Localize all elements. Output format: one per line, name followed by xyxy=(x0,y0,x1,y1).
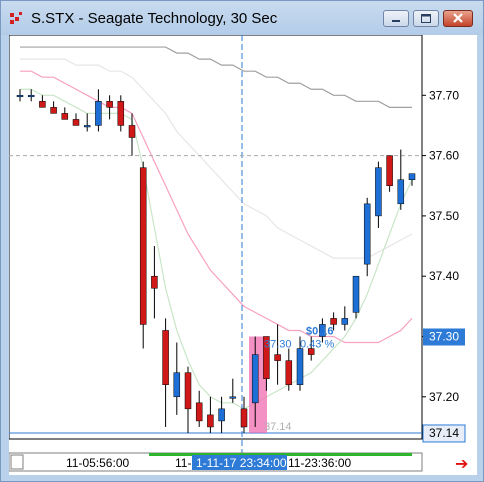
candle-body xyxy=(229,396,237,399)
minimize-icon xyxy=(392,20,400,22)
candle-body xyxy=(95,101,102,126)
candle-body xyxy=(397,179,405,205)
measure-change-label: $0.16 xyxy=(306,325,334,337)
candle-body xyxy=(341,318,349,325)
close-icon xyxy=(453,13,463,23)
candle-body xyxy=(83,125,91,128)
candle-body xyxy=(50,107,57,114)
chart-window: S.STX - Seagate Technology, 30 Sec $0.16… xyxy=(0,0,484,482)
candle-body xyxy=(128,125,136,138)
price-tick-label: 37.20 xyxy=(429,390,459,404)
candle-body xyxy=(352,275,360,313)
candle-body xyxy=(330,318,337,325)
time-label-highlight: 1-11-17 23:34:00 xyxy=(196,456,287,470)
candle-body xyxy=(151,275,158,289)
chart-area[interactable]: $0.16 37.30 0.43 % 37.14 37.70 37.60 37.50… xyxy=(8,34,477,475)
maximize-icon xyxy=(421,14,431,23)
candle-body xyxy=(106,101,113,108)
price-tick-label: 37.70 xyxy=(429,88,459,102)
candle-body xyxy=(218,408,225,422)
candle-body xyxy=(27,95,35,98)
time-axis-scroll-box[interactable] xyxy=(10,454,24,470)
candle-body xyxy=(251,354,259,404)
candle-body xyxy=(139,167,147,325)
candle-body xyxy=(117,101,125,126)
candle-body xyxy=(173,372,181,398)
candle-body xyxy=(195,402,203,422)
candle-body xyxy=(72,119,80,126)
low-price-label: 37.14 xyxy=(429,426,459,440)
candle-body xyxy=(184,372,192,410)
title-bar[interactable]: S.STX - Seagate Technology, 30 Sec xyxy=(1,1,483,35)
app-chart-icon xyxy=(10,12,22,24)
time-label-3: 11-23:36:00 xyxy=(288,456,351,470)
plot-frame xyxy=(8,34,423,440)
candlestick-chart[interactable]: $0.16 37.30 0.43 % 37.14 37.70 37.60 37.50… xyxy=(8,34,477,475)
price-axis: 37.70 37.60 37.50 37.40 37.30 37.20 xyxy=(422,88,459,404)
candle-body xyxy=(285,360,293,385)
candle-body xyxy=(408,173,416,180)
candle-body xyxy=(207,414,214,428)
maximize-button[interactable] xyxy=(413,10,439,27)
close-button[interactable] xyxy=(443,10,473,27)
candle-body xyxy=(363,203,371,265)
candle-body xyxy=(162,330,169,385)
candle-body xyxy=(274,354,281,361)
window-title: S.STX - Seagate Technology, 30 Sec xyxy=(31,10,278,27)
candle-body xyxy=(39,101,46,108)
price-tick-label: 37.60 xyxy=(429,149,459,163)
price-tick-label: 37.40 xyxy=(429,269,459,283)
measure-percent-label: 0.43 % xyxy=(300,338,334,350)
time-label-2: 11- xyxy=(175,456,191,470)
candle-body xyxy=(16,95,24,98)
measure-base-label: 37.14 xyxy=(264,421,292,433)
minimize-button[interactable] xyxy=(383,10,409,27)
candle-body xyxy=(375,167,382,217)
candle xyxy=(139,161,147,349)
candle-body xyxy=(240,408,248,428)
price-tick-label: 37.50 xyxy=(429,209,459,223)
candle-body xyxy=(61,113,69,120)
candle xyxy=(352,275,360,319)
time-label-1: 11-05:56:00 xyxy=(66,456,129,470)
measure-from-label: 37.30 xyxy=(264,338,292,350)
candle-body xyxy=(386,155,393,186)
candle-body xyxy=(296,348,304,385)
current-price-label: 37.30 xyxy=(429,329,459,343)
scroll-right-arrow-icon[interactable]: ➔ xyxy=(455,454,468,474)
